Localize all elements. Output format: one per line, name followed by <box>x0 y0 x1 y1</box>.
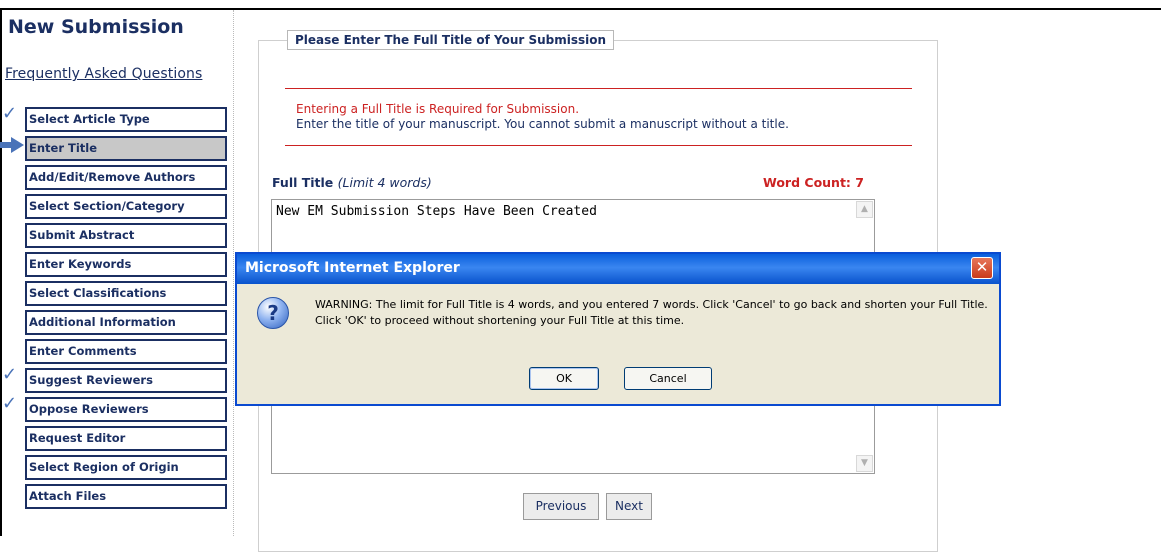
step-select-classifications[interactable]: Select Classifications <box>0 281 232 310</box>
question-icon: ? <box>257 297 289 329</box>
faq-link[interactable]: Frequently Asked Questions <box>5 66 202 82</box>
step-attach-files[interactable]: Attach Files <box>0 484 232 513</box>
close-icon[interactable]: ✕ <box>971 257 993 279</box>
step-enter-keywords[interactable]: Enter Keywords <box>0 252 232 281</box>
checkmark-icon: ✓ <box>2 364 18 385</box>
required-message: Entering a Full Title is Required for Su… <box>296 102 580 116</box>
step-oppose-reviewers[interactable]: ✓ Oppose Reviewers <box>0 393 232 426</box>
step-label[interactable]: Select Classifications <box>25 281 227 306</box>
full-title-label-text: Full Title <box>272 175 334 190</box>
step-label[interactable]: Additional Information <box>25 310 227 335</box>
window-top-border <box>0 8 1161 10</box>
step-enter-title[interactable]: Enter Title <box>0 136 232 165</box>
step-label[interactable]: Submit Abstract <box>25 223 227 248</box>
ok-button[interactable]: OK <box>529 367 599 390</box>
step-submit-abstract[interactable]: Submit Abstract <box>0 223 232 252</box>
word-count: Word Count: 7 <box>763 175 864 190</box>
step-label[interactable]: Attach Files <box>25 484 227 509</box>
word-limit-hint: (Limit 4 words) <box>337 175 432 190</box>
scroll-down-icon[interactable]: ▼ <box>856 455 873 472</box>
panel-legend: Please Enter The Full Title of Your Subm… <box>287 30 615 50</box>
red-divider-bottom <box>285 145 912 146</box>
dialog-message: WARNING: The limit for Full Title is 4 w… <box>315 298 988 327</box>
red-divider-top <box>285 88 912 89</box>
info-message: Enter the title of your manuscript. You … <box>296 117 789 131</box>
sidebar-divider <box>233 10 234 536</box>
step-enter-comments[interactable]: Enter Comments <box>0 339 232 368</box>
scroll-up-icon[interactable]: ▲ <box>856 201 873 218</box>
step-label[interactable]: Enter Comments <box>25 339 227 364</box>
step-label[interactable]: Select Article Type <box>25 107 227 132</box>
next-button[interactable]: Next <box>606 493 652 520</box>
step-label[interactable]: Select Region of Origin <box>25 455 227 480</box>
step-label[interactable]: Suggest Reviewers <box>25 368 227 393</box>
step-label[interactable]: Enter Title <box>25 136 227 161</box>
page-title: New Submission <box>8 16 184 38</box>
checkmark-icon: ✓ <box>2 103 18 124</box>
step-label[interactable]: Enter Keywords <box>25 252 227 277</box>
full-title-value[interactable]: New EM Submission Steps Have Been Create… <box>276 204 597 219</box>
step-add-edit-remove-authors[interactable]: Add/Edit/Remove Authors <box>0 165 232 194</box>
dialog-title: Microsoft Internet Explorer <box>245 260 460 276</box>
full-title-label: Full Title (Limit 4 words) <box>272 175 432 190</box>
step-select-article-type[interactable]: ✓ Select Article Type <box>0 103 232 136</box>
current-step-arrow-icon <box>0 137 24 153</box>
step-label[interactable]: Oppose Reviewers <box>25 397 227 422</box>
dialog-titlebar[interactable]: Microsoft Internet Explorer ✕ <box>237 254 999 284</box>
step-additional-information[interactable]: Additional Information <box>0 310 232 339</box>
step-label[interactable]: Select Section/Category <box>25 194 227 219</box>
step-select-section-category[interactable]: Select Section/Category <box>0 194 232 223</box>
previous-button[interactable]: Previous <box>523 493 599 520</box>
cancel-button[interactable]: Cancel <box>624 367 712 390</box>
alert-dialog: Microsoft Internet Explorer ✕ ? WARNING:… <box>235 252 1001 406</box>
step-request-editor[interactable]: Request Editor <box>0 426 232 455</box>
step-label[interactable]: Request Editor <box>25 426 227 451</box>
step-select-region-of-origin[interactable]: Select Region of Origin <box>0 455 232 484</box>
checkmark-icon: ✓ <box>2 393 18 414</box>
step-label[interactable]: Add/Edit/Remove Authors <box>25 165 227 190</box>
step-suggest-reviewers[interactable]: ✓ Suggest Reviewers <box>0 364 232 397</box>
